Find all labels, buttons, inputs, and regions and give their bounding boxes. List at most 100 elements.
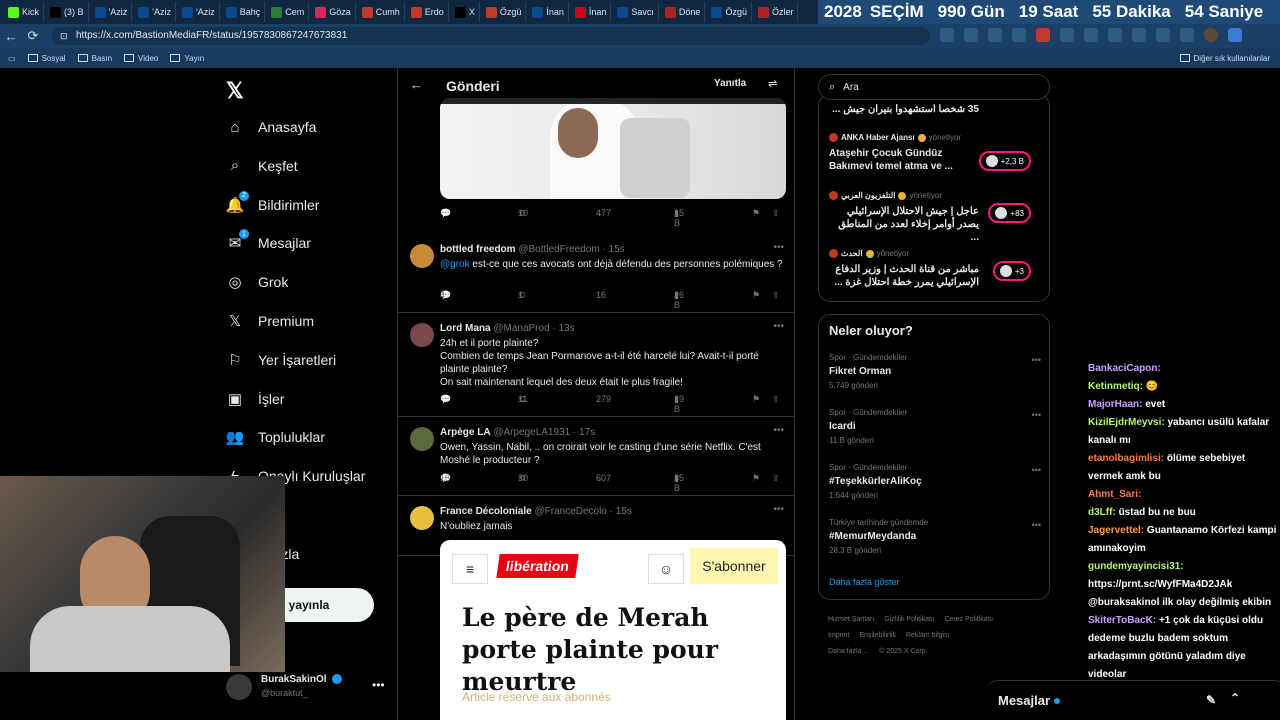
live-event[interactable]: ANKA Haber Ajansı yönetiyor Ataşehir Çocuk…: [829, 133, 1041, 173]
refresh-icon[interactable]: ⟳: [22, 25, 44, 47]
other-bookmarks[interactable]: Diğer sık kullanılanlar: [1179, 54, 1270, 63]
browser-tab[interactable]: Özgü: [482, 2, 527, 22]
avatar[interactable]: [410, 506, 434, 530]
chat-username[interactable]: etanolbagimlisi:: [1088, 453, 1164, 464]
x-logo-icon[interactable]: 𝕏: [226, 78, 244, 104]
live-listener-pill[interactable]: +2,3 B: [978, 151, 1031, 171]
mention-link[interactable]: @grok: [440, 259, 470, 270]
chat-username[interactable]: gundemyayincisi31:: [1088, 561, 1184, 572]
footer-link[interactable]: © 2025 X Corp.: [879, 648, 927, 655]
extension-icon[interactable]: [1060, 28, 1074, 42]
bookmark-icon[interactable]: ⚑: [752, 290, 760, 301]
trend-item[interactable]: Spor · Gündemdekiler Fikret Orman 5.749 gö…: [829, 353, 1041, 390]
browser-tab[interactable]: (3) B: [46, 2, 89, 22]
compose-icon[interactable]: ✎: [1206, 693, 1216, 707]
bookmark-icon[interactable]: ⚑: [752, 394, 760, 405]
avatar[interactable]: [410, 427, 434, 451]
extension-icon[interactable]: [1156, 28, 1170, 42]
author-handle[interactable]: @BottledFreedom: [518, 244, 599, 255]
browser-tab[interactable]: Göza: [311, 2, 356, 22]
chat-username[interactable]: SkiterToBacK:: [1088, 615, 1156, 626]
more-options-icon[interactable]: •••: [1032, 410, 1041, 420]
views-action[interactable]: ▮ 35 B: [674, 473, 684, 493]
browser-tab[interactable]: 'Aziz: [134, 2, 176, 22]
like-action[interactable]: ♡ 607: [596, 473, 611, 484]
extension-icon[interactable]: [1012, 28, 1026, 42]
sidebar-item[interactable]: 𝕏 Premium: [226, 312, 314, 330]
extension-icon[interactable]: [1084, 28, 1098, 42]
share-icon[interactable]: ⇪: [772, 208, 780, 219]
browser-tab[interactable]: İnan: [528, 2, 569, 22]
reply-action[interactable]: 💬 16: [440, 473, 451, 484]
author-handle[interactable]: @ArpegeLA1931: [493, 427, 570, 438]
sidebar-item[interactable]: ⌂ Anasayfa: [226, 118, 316, 136]
sidebar-item[interactable]: 👥 Topluluklar: [226, 428, 325, 446]
chat-username[interactable]: KizilEjdrMeyvsi:: [1088, 417, 1165, 428]
profile-avatar-icon[interactable]: [1204, 28, 1218, 42]
filter-icon[interactable]: ⇌: [768, 77, 777, 90]
footer-link[interactable]: Reklam bilgisi: [906, 632, 949, 639]
retweet-action[interactable]: ⟲ 10: [518, 208, 528, 219]
footer-link[interactable]: Imprint: [828, 632, 849, 639]
extension-icon[interactable]: [1132, 28, 1146, 42]
reply-button[interactable]: Yanıtla: [714, 78, 746, 89]
browser-tab[interactable]: İnan: [571, 2, 612, 22]
views-action[interactable]: ▮ 26 B: [674, 290, 684, 310]
share-icon[interactable]: ⇪: [772, 394, 780, 405]
more-options-icon[interactable]: •••: [1032, 520, 1041, 530]
browser-tab[interactable]: X: [451, 2, 480, 22]
trend-item[interactable]: Spor · Gündemdekiler Icardi 11 B gönderi ••…: [829, 408, 1041, 445]
bookmark-folder[interactable]: Basın: [77, 54, 112, 63]
reply-tweet[interactable]: Lord Mana @ManaProd · 13s ••• 24h et il …: [398, 313, 794, 417]
retweet-action[interactable]: ⟲ 1: [518, 290, 526, 301]
chat-username[interactable]: BankaciCapon:: [1088, 363, 1161, 374]
browser-tab[interactable]: Savcı: [613, 2, 659, 22]
bookmark-icon[interactable]: ⚑: [752, 473, 760, 484]
extension-icon[interactable]: [1036, 28, 1050, 42]
reply-tweet[interactable]: bottled freedom @BottledFreedom · 15s ••…: [398, 234, 794, 313]
retweet-action[interactable]: ⟲ 30: [518, 473, 528, 484]
url-field[interactable]: ⊡ https://x.com/BastionMediaFR/status/19…: [52, 27, 930, 45]
back-arrow-icon[interactable]: ←: [410, 77, 423, 92]
footer-link[interactable]: Çerez Politikası: [944, 616, 993, 623]
browser-tab[interactable]: Cem: [267, 2, 310, 22]
live-event[interactable]: الحدث yönetiyor مباشر من قناة الحدث | وزير…: [829, 249, 1041, 289]
author-name[interactable]: bottled freedom: [440, 244, 516, 255]
live-event[interactable]: التلفزيون العربي yönetiyor عاجل | جيش الاح…: [829, 191, 1041, 244]
browser-tab[interactable]: Döne: [661, 2, 706, 22]
like-action[interactable]: ♡ 279: [596, 394, 611, 405]
share-icon[interactable]: ⇪: [772, 473, 780, 484]
more-options-icon[interactable]: •••: [773, 321, 784, 332]
reply-action[interactable]: 💬: [440, 394, 451, 405]
footer-link[interactable]: Daha fazla ...: [828, 648, 869, 655]
chat-username[interactable]: d3Lff:: [1088, 507, 1116, 518]
extension-icon[interactable]: [988, 28, 1002, 42]
like-action[interactable]: ♡ 477: [596, 208, 611, 219]
avatar[interactable]: [410, 323, 434, 347]
live-event[interactable]: 35 شخصا استشهدوا بنيران جيش ...: [829, 101, 1041, 116]
extension-icon[interactable]: [1108, 28, 1122, 42]
footer-link[interactable]: Hizmet Şartları: [828, 616, 874, 623]
article-embed[interactable]: ≡ libération ☺ S'abonner Le père de Mera…: [440, 540, 786, 720]
more-options-icon[interactable]: •••: [372, 678, 385, 692]
browser-tab[interactable]: Kick: [4, 2, 45, 22]
more-options-icon[interactable]: •••: [773, 242, 784, 253]
author-name[interactable]: Lord Mana: [440, 323, 491, 334]
author-handle[interactable]: @FranceDecolo: [534, 506, 606, 517]
back-arrow-icon[interactable]: ←: [0, 25, 22, 47]
author-handle[interactable]: @ManaProd: [493, 323, 549, 334]
reply-action[interactable]: 💬 4: [440, 290, 451, 301]
browser-tab[interactable]: Bahç: [222, 2, 266, 22]
sidebar-item[interactable]: 🔔 2 Bildirimler: [226, 190, 319, 214]
reply-tweet[interactable]: Arpège LA @ArpegeLA1931 · 17s ••• Owen, …: [398, 417, 794, 496]
extension-icon[interactable]: [1180, 28, 1194, 42]
share-icon[interactable]: ⇪: [772, 290, 780, 301]
sidebar-item[interactable]: ◎ Grok: [226, 273, 288, 291]
sidebar-item[interactable]: ⌕ Keşfet: [226, 157, 298, 175]
bookmark-folder[interactable]: Video: [124, 54, 158, 63]
sidebar-item[interactable]: ⚐ Yer İşaretleri: [226, 351, 336, 369]
messages-dock[interactable]: Mesajlar ✎ ⌃: [986, 680, 1280, 720]
more-options-icon[interactable]: •••: [1032, 465, 1041, 475]
browser-tab[interactable]: 'Aziz: [91, 2, 133, 22]
chat-username[interactable]: Ketinmetiq:: [1088, 381, 1143, 392]
